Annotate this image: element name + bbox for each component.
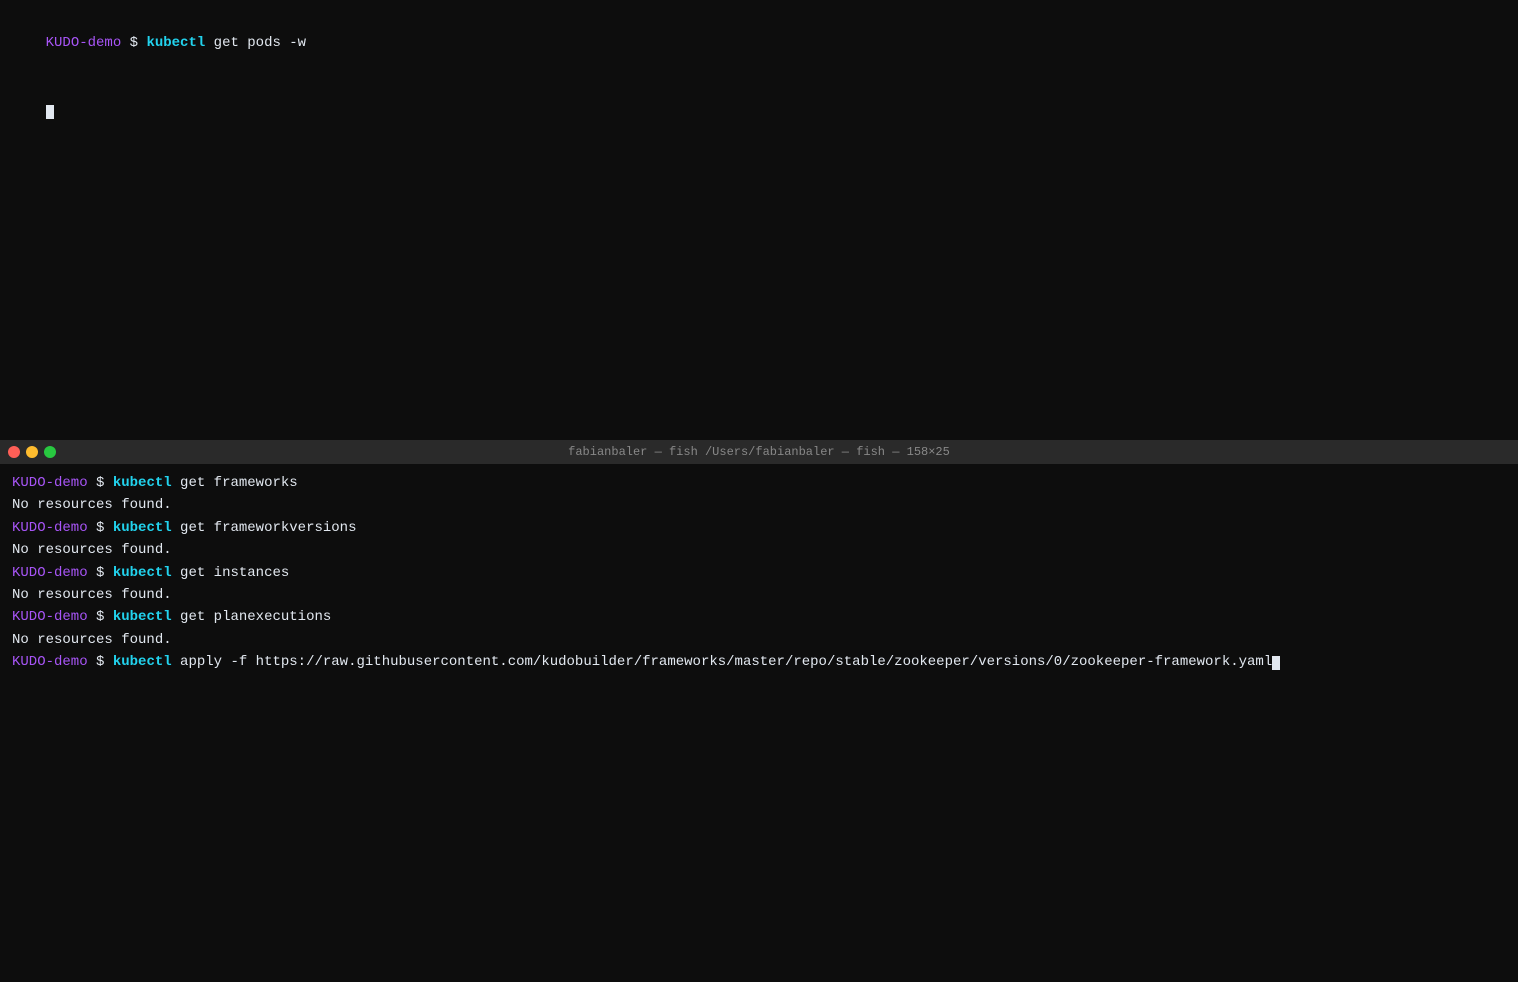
prompt-user: KUDO-demo [12,609,88,625]
prompt-dollar-top: $ [121,35,146,51]
terminal-line: KUDO-demo $ kubectl get planexecutions [12,606,1506,628]
terminal-line: No resources found. [12,584,1506,606]
divider-bar: fabianbaler — fish /Users/fabianbaler — … [0,440,1518,464]
kubectl-keyword: kubectl [113,475,172,491]
top-terminal: KUDO-demo $ kubectl get pods -w [0,0,1518,440]
prompt-user: KUDO-demo [12,475,88,491]
terminal-output: KUDO-demo $ kubectl get frameworksNo res… [12,472,1506,674]
cmd-arguments: apply -f https://raw.githubusercontent.c… [172,654,1273,670]
minimize-icon[interactable] [26,446,38,458]
terminal-line: KUDO-demo $ kubectl get instances [12,562,1506,584]
kubectl-cmd-top: kubectl [146,35,205,51]
cursor-bottom [1272,656,1280,670]
close-icon[interactable] [8,446,20,458]
prompt-user: KUDO-demo [12,654,88,670]
terminal-line: KUDO-demo $ kubectl get frameworks [12,472,1506,494]
terminal-title: fabianbaler — fish /Users/fabianbaler — … [568,445,950,459]
terminal-line: No resources found. [12,494,1506,516]
prompt-dollar: $ [88,520,113,536]
cmd-arguments: get frameworks [172,475,298,491]
cmd-arguments: get planexecutions [172,609,332,625]
prompt-dollar: $ [88,475,113,491]
prompt-user: KUDO-demo [12,565,88,581]
output-text: No resources found. [12,632,172,648]
terminal-line: KUDO-demo $ kubectl apply -f https://raw… [12,651,1506,673]
kubectl-keyword: kubectl [113,609,172,625]
cursor-top [46,105,54,119]
bottom-terminal: KUDO-demo $ kubectl get frameworksNo res… [0,464,1518,982]
output-text: No resources found. [12,542,172,558]
prompt-dollar: $ [88,565,113,581]
top-cursor-line [12,77,1506,144]
cmd-args-top: get pods -w [205,35,306,51]
prompt-user-top: KUDO-demo [46,35,122,51]
kubectl-keyword: kubectl [113,520,172,536]
terminal-line: No resources found. [12,539,1506,561]
prompt-dollar: $ [88,654,113,670]
kubectl-keyword: kubectl [113,654,172,670]
terminal-line: KUDO-demo $ kubectl get frameworkversion… [12,517,1506,539]
terminal-line: No resources found. [12,629,1506,651]
kubectl-keyword: kubectl [113,565,172,581]
maximize-icon[interactable] [44,446,56,458]
output-text: No resources found. [12,497,172,513]
output-text: No resources found. [12,587,172,603]
cmd-arguments: get instances [172,565,290,581]
prompt-user: KUDO-demo [12,520,88,536]
top-command-line: KUDO-demo $ kubectl get pods -w [12,10,1506,77]
window-controls [8,446,56,458]
prompt-dollar: $ [88,609,113,625]
cmd-arguments: get frameworkversions [172,520,357,536]
